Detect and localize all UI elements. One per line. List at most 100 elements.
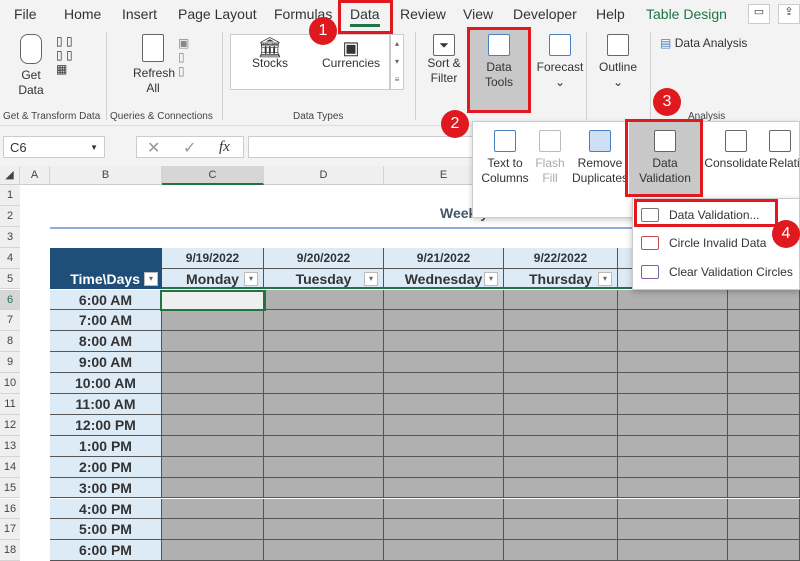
planner-cell[interactable] <box>728 540 800 561</box>
row-header[interactable]: 14 <box>0 456 20 478</box>
planner-cell[interactable] <box>264 414 384 436</box>
filter-dropdown[interactable]: ▾ <box>144 271 158 286</box>
planner-cell[interactable] <box>162 310 264 332</box>
planner-cell[interactable] <box>618 352 728 374</box>
planner-cell[interactable] <box>384 331 504 353</box>
tab-table-design[interactable]: Table Design <box>646 6 727 22</box>
planner-cell[interactable] <box>728 310 800 332</box>
planner-cell[interactable] <box>504 394 618 415</box>
row-header[interactable]: 6 <box>0 289 20 311</box>
planner-cell[interactable] <box>384 373 504 394</box>
planner-cell[interactable] <box>384 435 504 457</box>
currencies-button[interactable]: ▣ Currencies <box>319 39 383 71</box>
planner-cell[interactable] <box>264 289 384 311</box>
sort-filter-button[interactable]: ⏷ Sort & Filter <box>422 34 466 86</box>
filter-dropdown[interactable]: ▾ <box>244 271 258 286</box>
tab-help[interactable]: Help <box>596 6 625 22</box>
row-header[interactable]: 4 <box>0 247 20 269</box>
planner-cell[interactable] <box>728 435 800 457</box>
row-header[interactable]: 8 <box>0 331 20 353</box>
menu-item-circle-invalid-data[interactable]: Circle Invalid Data <box>639 231 766 255</box>
planner-cell[interactable] <box>504 310 618 332</box>
row-header[interactable]: 1 <box>0 185 20 206</box>
planner-cell[interactable] <box>728 477 800 499</box>
planner-cell[interactable] <box>504 435 618 457</box>
planner-cell[interactable] <box>618 519 728 541</box>
planner-cell[interactable] <box>384 456 504 478</box>
planner-cell[interactable] <box>728 456 800 478</box>
row-header[interactable]: 10 <box>0 373 20 394</box>
planner-cell[interactable] <box>264 352 384 374</box>
planner-cell[interactable] <box>728 498 800 520</box>
data-analysis-button[interactable]: ▤ Data Analysis <box>660 36 747 50</box>
planner-cell[interactable] <box>504 289 618 311</box>
row-header[interactable]: 11 <box>0 394 20 415</box>
row-header[interactable]: 18 <box>0 540 20 561</box>
planner-cell[interactable] <box>384 352 504 374</box>
row-header[interactable]: 13 <box>0 435 20 457</box>
data-validation-button[interactable]: Data Validation <box>629 122 701 196</box>
planner-cell[interactable] <box>618 498 728 520</box>
planner-cell[interactable] <box>162 394 264 415</box>
menu-item-data-validation[interactable]: Data Validation... <box>639 203 760 227</box>
row-header[interactable]: 7 <box>0 310 20 332</box>
tab-developer[interactable]: Developer <box>513 6 577 22</box>
planner-cell[interactable] <box>264 498 384 520</box>
planner-cell[interactable] <box>618 435 728 457</box>
planner-cell[interactable] <box>264 477 384 499</box>
planner-cell[interactable] <box>618 331 728 353</box>
refresh-all-button[interactable]: Refresh All <box>130 34 176 96</box>
row-header[interactable]: 9 <box>0 352 20 374</box>
planner-cell[interactable] <box>618 394 728 415</box>
tab-review[interactable]: Review <box>400 6 446 22</box>
tab-data[interactable]: Data <box>350 6 380 27</box>
planner-cell[interactable] <box>264 435 384 457</box>
planner-cell[interactable] <box>504 331 618 353</box>
planner-cell[interactable] <box>264 394 384 415</box>
select-all-button[interactable]: ◢ <box>0 166 20 185</box>
planner-cell[interactable] <box>162 373 264 394</box>
planner-cell[interactable] <box>162 540 264 561</box>
planner-cell[interactable] <box>728 373 800 394</box>
planner-cell[interactable] <box>618 414 728 436</box>
planner-cell[interactable] <box>618 289 728 311</box>
name-box[interactable]: C6 ▼ <box>3 136 105 158</box>
get-data-button[interactable]: Get Data <box>8 34 54 98</box>
row-header[interactable]: 3 <box>0 226 20 248</box>
flash-fill-button[interactable]: Flash Fill <box>533 130 567 186</box>
planner-cell[interactable] <box>728 414 800 436</box>
planner-cell[interactable] <box>264 456 384 478</box>
comments-icon[interactable]: ▭ <box>748 4 770 24</box>
column-header[interactable]: D <box>264 166 384 185</box>
planner-cell[interactable] <box>728 289 800 311</box>
remove-duplicates-button[interactable]: Remove Duplicates <box>571 130 629 186</box>
planner-cell[interactable] <box>264 310 384 332</box>
planner-cell[interactable] <box>504 477 618 499</box>
column-header[interactable]: A <box>20 166 50 185</box>
planner-cell[interactable] <box>162 331 264 353</box>
planner-cell[interactable] <box>384 477 504 499</box>
planner-cell[interactable] <box>728 331 800 353</box>
queries-icons[interactable]: ▣ ▯ ▯ <box>178 36 189 78</box>
planner-cell[interactable] <box>162 519 264 541</box>
planner-cell[interactable] <box>162 477 264 499</box>
planner-cell[interactable] <box>504 540 618 561</box>
gallery-scroll[interactable]: ▴ ▾ ≡ <box>390 34 404 90</box>
planner-cell[interactable] <box>384 519 504 541</box>
tab-view[interactable]: View <box>463 6 493 22</box>
planner-cell[interactable] <box>618 477 728 499</box>
row-header[interactable]: 5 <box>0 268 20 290</box>
column-header[interactable]: C <box>162 166 264 185</box>
query-source-icons[interactable]: ▯ ▯ ▯ ▯ ▦ <box>56 34 73 76</box>
planner-cell[interactable] <box>504 519 618 541</box>
text-to-columns-button[interactable]: Text to Columns <box>477 130 533 186</box>
planner-cell[interactable] <box>384 414 504 436</box>
planner-cell[interactable] <box>162 435 264 457</box>
row-header[interactable]: 12 <box>0 414 20 436</box>
tab-page-layout[interactable]: Page Layout <box>178 6 257 22</box>
planner-cell[interactable] <box>384 540 504 561</box>
relationships-button[interactable]: Relati <box>769 130 800 171</box>
tab-home[interactable]: Home <box>64 6 101 22</box>
planner-cell[interactable] <box>504 498 618 520</box>
menu-item-clear-validation-circles[interactable]: Clear Validation Circles <box>639 260 793 284</box>
